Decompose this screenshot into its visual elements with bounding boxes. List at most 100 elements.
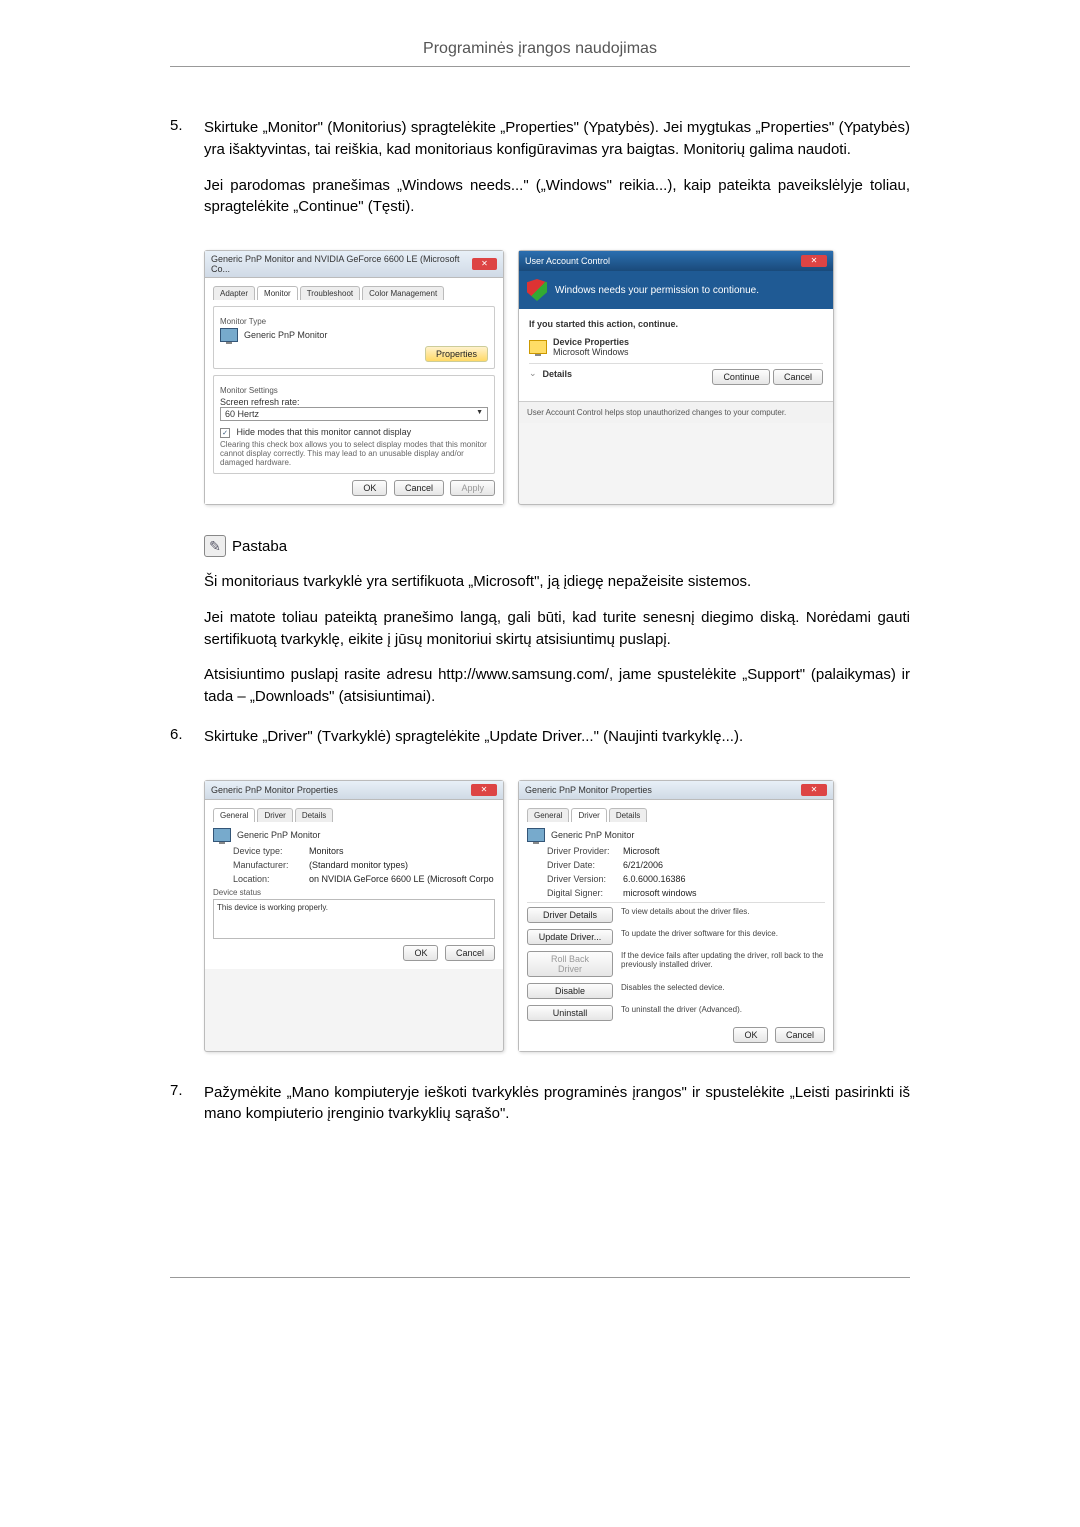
- close-icon[interactable]: ✕: [801, 255, 827, 267]
- step5-para1: Skirtuke „Monitor" (Monitorius) spragtel…: [204, 117, 910, 161]
- uac-dialog: User Account Control ✕ Windows needs you…: [518, 250, 834, 505]
- step-7: 7. Pažymėkite „Mano kompiuteryje ieškoti…: [170, 1082, 910, 1140]
- chevron-down-icon[interactable]: ⌄: [529, 368, 537, 379]
- page-title: Programinės įrangos naudojimas: [170, 40, 910, 67]
- step5-para2: Jei parodomas pranešimas „Windows needs.…: [204, 175, 910, 219]
- step-number: 5.: [170, 117, 204, 232]
- device-status-text: This device is working properly.: [213, 899, 495, 939]
- properties-general-dialog: Generic PnP Monitor Properties ✕ General…: [204, 780, 504, 1052]
- hide-modes-label: Hide modes that this monitor cannot disp…: [237, 427, 412, 437]
- tab-details[interactable]: Details: [295, 808, 333, 822]
- tab-general[interactable]: General: [527, 808, 569, 822]
- refresh-rate-value: 60 Hertz: [225, 409, 259, 419]
- uninstall-button[interactable]: Uninstall: [527, 1005, 613, 1021]
- note-p1: Ši monitoriaus tvarkyklė yra sertifikuot…: [204, 571, 910, 593]
- chevron-down-icon: ▼: [476, 409, 483, 419]
- close-icon[interactable]: ✕: [801, 784, 827, 796]
- disable-button[interactable]: Disable: [527, 983, 613, 999]
- location-label: Location:: [233, 874, 303, 884]
- screenshot-row-1: Generic PnP Monitor and NVIDIA GeForce 6…: [204, 250, 910, 505]
- step-body: Pažymėkite „Mano kompiuteryje ieškoti tv…: [204, 1082, 910, 1140]
- dialog-title: Generic PnP Monitor Properties: [525, 785, 652, 795]
- footer-rule: [170, 1277, 910, 1278]
- uac-banner-text: Windows needs your permission to contion…: [555, 285, 759, 296]
- driver-version-label: Driver Version:: [547, 874, 617, 884]
- close-icon[interactable]: ✕: [471, 784, 497, 796]
- monitor-settings-label: Monitor Settings: [220, 386, 488, 395]
- device-type-value: Monitors: [309, 846, 344, 856]
- device-icon: [529, 340, 547, 354]
- device-name: Generic PnP Monitor: [551, 830, 634, 840]
- cancel-button[interactable]: Cancel: [445, 945, 495, 961]
- monitor-icon: [213, 828, 231, 842]
- tab-driver[interactable]: Driver: [571, 808, 606, 822]
- properties-button[interactable]: Properties: [425, 346, 488, 362]
- hide-modes-checkbox[interactable]: ✓: [220, 428, 230, 438]
- device-type-label: Device type:: [233, 846, 303, 856]
- device-name: Generic PnP Monitor: [237, 830, 320, 840]
- monitor-type-label: Monitor Type: [220, 317, 488, 326]
- cancel-button[interactable]: Cancel: [775, 1027, 825, 1043]
- rollback-driver-button[interactable]: Roll Back Driver: [527, 951, 613, 977]
- refresh-rate-label: Screen refresh rate:: [220, 397, 488, 407]
- driver-version-value: 6.0.6000.16386: [623, 874, 686, 884]
- disable-desc: Disables the selected device.: [621, 983, 825, 993]
- driver-provider-value: Microsoft: [623, 846, 660, 856]
- update-driver-button[interactable]: Update Driver...: [527, 929, 613, 945]
- tab-color[interactable]: Color Management: [362, 286, 444, 300]
- step-number: 7.: [170, 1082, 204, 1140]
- step-5: 5. Skirtuke „Monitor" (Monitorius) sprag…: [170, 117, 910, 232]
- note-block: ✎ Pastaba Ši monitoriaus tvarkyklė yra s…: [204, 535, 910, 708]
- device-status-label: Device status: [213, 888, 495, 897]
- driver-provider-label: Driver Provider:: [547, 846, 617, 856]
- step-number: 6.: [170, 726, 204, 762]
- monitor-icon: [220, 328, 238, 342]
- ok-button[interactable]: OK: [352, 480, 387, 496]
- monitor-dialog: Generic PnP Monitor and NVIDIA GeForce 6…: [204, 250, 504, 505]
- step-body: Skirtuke „Driver" (Tvarkyklė) spragtelėk…: [204, 726, 910, 762]
- refresh-rate-select[interactable]: 60 Hertz ▼: [220, 407, 488, 421]
- update-driver-desc: To update the driver software for this d…: [621, 929, 825, 939]
- hide-modes-desc: Clearing this check box allows you to se…: [220, 440, 488, 467]
- step-body: Skirtuke „Monitor" (Monitorius) spragtel…: [204, 117, 910, 232]
- manufacturer-value: (Standard monitor types): [309, 860, 408, 870]
- step6-para1: Skirtuke „Driver" (Tvarkyklė) spragtelėk…: [204, 726, 910, 748]
- driver-date-label: Driver Date:: [547, 860, 617, 870]
- shield-icon: [527, 279, 547, 301]
- ok-button[interactable]: OK: [403, 945, 438, 961]
- apply-button[interactable]: Apply: [450, 480, 495, 496]
- tab-general[interactable]: General: [213, 808, 255, 822]
- uac-device-properties: Device Properties: [553, 337, 629, 347]
- dialog-title: Generic PnP Monitor and NVIDIA GeForce 6…: [211, 254, 472, 274]
- note-label: Pastaba: [232, 538, 287, 555]
- monitor-name: Generic PnP Monitor: [244, 330, 327, 340]
- uac-if-started: If you started this action, continue.: [529, 319, 823, 329]
- step-6: 6. Skirtuke „Driver" (Tvarkyklė) spragte…: [170, 726, 910, 762]
- tab-driver[interactable]: Driver: [257, 808, 292, 822]
- uac-title: User Account Control: [525, 256, 610, 266]
- tab-monitor[interactable]: Monitor: [257, 286, 298, 300]
- tab-troubleshoot[interactable]: Troubleshoot: [300, 286, 360, 300]
- tab-details[interactable]: Details: [609, 808, 647, 822]
- properties-driver-dialog: Generic PnP Monitor Properties ✕ General…: [518, 780, 834, 1052]
- driver-date-value: 6/21/2006: [623, 860, 663, 870]
- cancel-button[interactable]: Cancel: [773, 369, 823, 385]
- digital-signer-label: Digital Signer:: [547, 888, 617, 898]
- cancel-button[interactable]: Cancel: [394, 480, 444, 496]
- driver-details-button[interactable]: Driver Details: [527, 907, 613, 923]
- screenshot-row-2: Generic PnP Monitor Properties ✕ General…: [204, 780, 910, 1052]
- step7-para1: Pažymėkite „Mano kompiuteryje ieškoti tv…: [204, 1082, 910, 1126]
- uac-details[interactable]: Details: [543, 369, 573, 379]
- dialog-title: Generic PnP Monitor Properties: [211, 785, 338, 795]
- note-p2: Jei matote toliau pateiktą pranešimo lan…: [204, 607, 910, 651]
- monitor-icon: [527, 828, 545, 842]
- digital-signer-value: microsoft windows: [623, 888, 697, 898]
- continue-button[interactable]: Continue: [712, 369, 770, 385]
- ok-button[interactable]: OK: [733, 1027, 768, 1043]
- rollback-driver-desc: If the device fails after updating the d…: [621, 951, 825, 970]
- uninstall-desc: To uninstall the driver (Advanced).: [621, 1005, 825, 1015]
- note-p3: Atsisiuntimo puslapį rasite adresu http:…: [204, 664, 910, 708]
- close-icon[interactable]: ✕: [472, 258, 497, 270]
- uac-ms-windows: Microsoft Windows: [553, 347, 629, 357]
- tab-adapter[interactable]: Adapter: [213, 286, 255, 300]
